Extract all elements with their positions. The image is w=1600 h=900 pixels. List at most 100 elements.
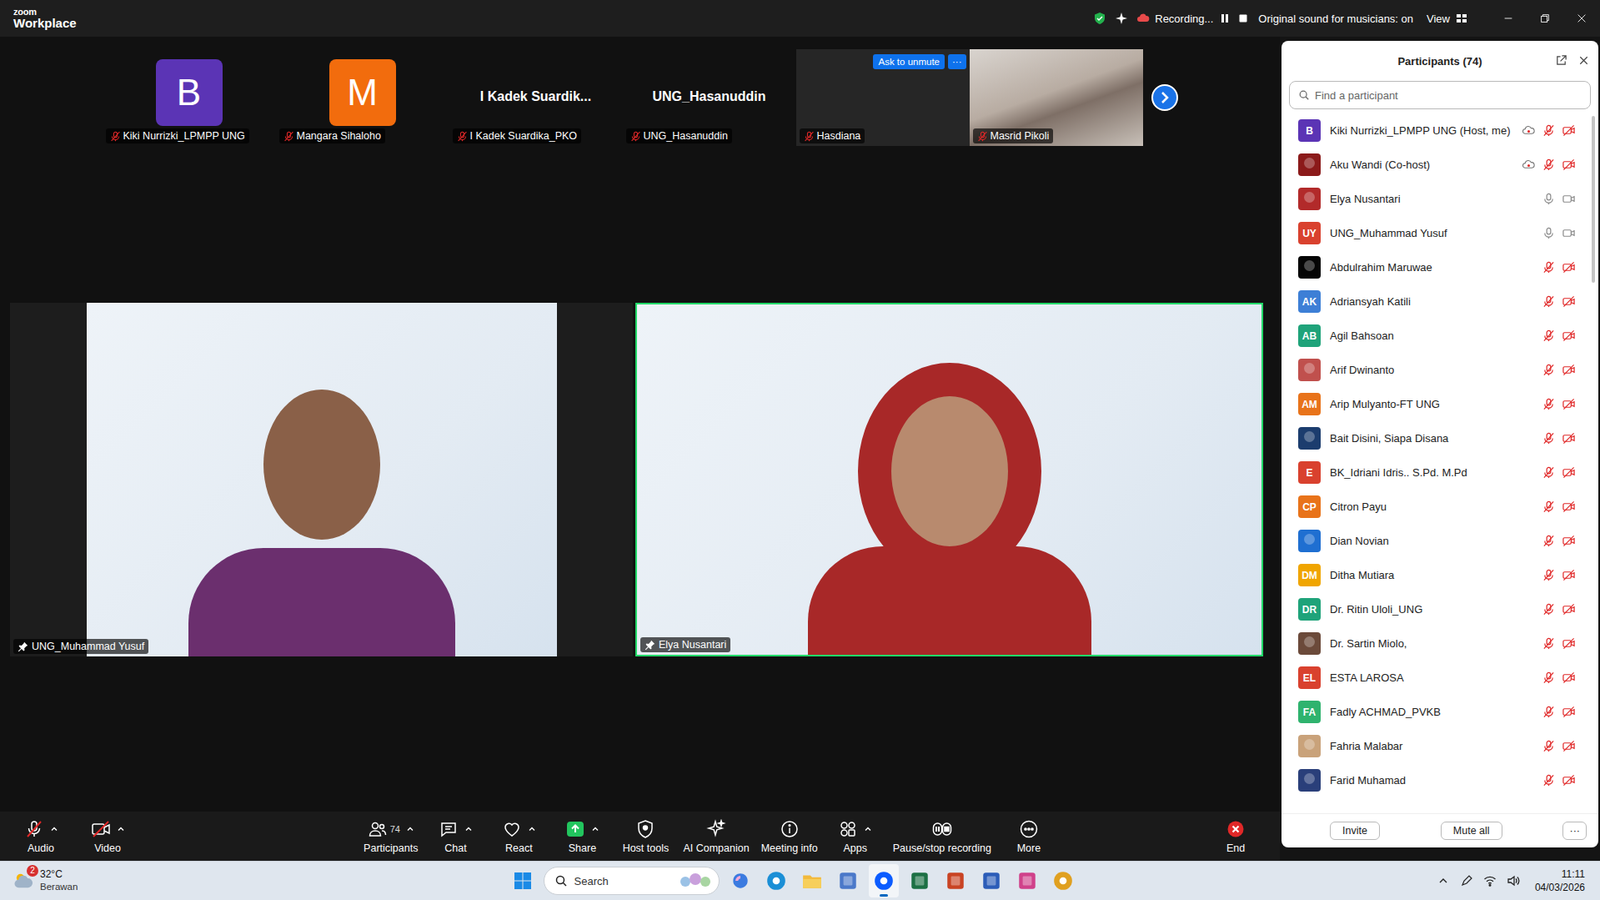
participant-row[interactable]: B Kiki Nurrizki_LPMPP UNG (Host, me) [1281, 113, 1599, 148]
ask-to-unmute-button[interactable]: Ask to unmute [872, 54, 945, 70]
panel-button[interactable]: Mute all [1440, 821, 1503, 840]
participant-row[interactable]: AB Agil Bahsoan [1281, 318, 1599, 353]
shield-check-icon[interactable] [1093, 11, 1107, 26]
toolbar-button[interactable]: More [1003, 817, 1055, 854]
camera-off-icon[interactable] [1562, 260, 1575, 274]
mic-muted-icon[interactable] [1542, 500, 1555, 513]
participant-row[interactable]: UY UNG_Muhammad Yusuf [1281, 215, 1599, 251]
taskbar-app[interactable] [976, 863, 1007, 898]
mic-muted-icon[interactable] [1542, 397, 1555, 411]
caret-up-icon[interactable] [591, 824, 600, 833]
mic-muted-icon[interactable] [803, 130, 815, 142]
taskbar-app[interactable] [940, 863, 971, 898]
taskbar-app[interactable] [1048, 863, 1079, 898]
pause-icon[interactable] [1218, 11, 1232, 26]
participant-thumbnail[interactable]: UNG_Hasanuddin UNG_Hasanuddin [622, 49, 797, 146]
participant-row[interactable]: DR Dr. Ritin Uloli_UNG [1281, 591, 1599, 627]
toolbar-button[interactable]: Apps [829, 817, 882, 854]
wifi-icon[interactable] [1483, 873, 1497, 888]
participant-row[interactable]: FA Fadly ACHMAD_PVKB [1281, 694, 1599, 729]
toolbar-button[interactable]: End [1209, 817, 1262, 854]
taskbar-search[interactable]: Search [543, 866, 720, 895]
mic-muted-icon[interactable] [1542, 671, 1555, 684]
caret-up-icon[interactable] [406, 824, 415, 833]
participant-row[interactable]: CP Citron Payu [1281, 489, 1599, 524]
participant-row[interactable]: Elya Nusantari [1281, 181, 1599, 216]
mic-muted-icon[interactable] [1542, 124, 1555, 137]
caret-up-icon[interactable] [527, 824, 537, 833]
mic-muted-icon[interactable] [1542, 466, 1555, 479]
camera-off-icon[interactable] [1562, 500, 1575, 513]
taskbar-app[interactable] [832, 863, 863, 898]
toolbar-button[interactable]: Audio [15, 817, 67, 854]
mic-muted-icon[interactable] [1542, 260, 1555, 274]
scrollbar[interactable] [1591, 115, 1595, 283]
participant-row[interactable]: Bait Disini, Siapa Disana [1281, 421, 1599, 456]
participant-row[interactable]: Fahria Malabar [1281, 728, 1599, 763]
mic-muted-icon[interactable] [1542, 636, 1555, 650]
mic-muted-icon[interactable] [283, 130, 295, 142]
mic-muted-icon[interactable] [1542, 431, 1555, 445]
taskbar-app[interactable] [1012, 863, 1043, 898]
camera-off-icon[interactable] [1562, 671, 1575, 684]
caret-up-icon[interactable] [464, 824, 473, 833]
participant-thumbnail[interactable]: I Kadek Suardik... I Kadek Suardika_PKO [449, 49, 623, 146]
camera-off-icon[interactable] [1562, 739, 1575, 753]
participant-row[interactable]: E BK_Idriani Idris.. S.Pd. M.Pd [1281, 455, 1599, 490]
camera-off-icon[interactable] [1562, 124, 1575, 137]
participant-thumbnail[interactable]: M Mangara Sihaloho [275, 49, 450, 146]
toolbar-button[interactable]: Share [556, 817, 608, 854]
toolbar-button[interactable]: Chat [429, 817, 482, 854]
mic-icon[interactable] [1542, 192, 1555, 206]
camera-off-icon[interactable] [1562, 534, 1575, 547]
view-button[interactable]: View [1421, 10, 1474, 27]
mic-muted-icon[interactable] [456, 130, 468, 142]
camera-off-icon[interactable] [1562, 397, 1575, 411]
mic-muted-icon[interactable] [1542, 602, 1555, 616]
participant-row[interactable]: Dian Novian [1281, 523, 1599, 558]
video-tile[interactable]: Elya Nusantari [635, 302, 1264, 657]
close-icon[interactable] [1563, 12, 1600, 25]
participant-row[interactable]: AK Adriansyah Katili [1281, 284, 1599, 319]
camera-off-icon[interactable] [1562, 363, 1575, 377]
more-button[interactable]: ··· [947, 54, 967, 70]
caret-up-icon[interactable] [116, 824, 126, 833]
toolbar-button[interactable]: React [492, 817, 545, 854]
toolbar-button[interactable]: Video [81, 817, 134, 854]
ai-sparkle-icon[interactable] [1114, 11, 1129, 26]
mic-muted-icon[interactable] [1542, 295, 1555, 308]
pen-icon[interactable] [1459, 873, 1474, 888]
toolbar-button[interactable]: Host tools [619, 817, 672, 854]
more-button[interactable]: ··· [1562, 821, 1587, 840]
camera-off-icon[interactable] [1562, 568, 1575, 582]
participant-row[interactable]: Abdulrahim Maruwae [1281, 250, 1599, 285]
windows-start-icon[interactable] [507, 870, 538, 891]
taskbar-app[interactable] [797, 863, 828, 898]
mic-muted-icon[interactable] [1542, 534, 1555, 547]
participant-row[interactable]: EL ESTA LAROSA [1281, 660, 1599, 695]
camera-off-icon[interactable] [1562, 329, 1575, 342]
camera-off-icon[interactable] [1562, 295, 1575, 308]
participant-search[interactable]: Find a participant [1289, 80, 1591, 110]
restore-icon[interactable] [1526, 12, 1564, 25]
video-tile[interactable]: UNG_Muhammad Yusuf [10, 302, 633, 657]
weather-widget[interactable]: 2 32°C Berawan [0, 867, 78, 893]
mic-muted-icon[interactable] [1542, 158, 1555, 171]
toolbar-button[interactable]: Pause/stop recording [892, 817, 992, 854]
mic-muted-icon[interactable] [1542, 329, 1555, 342]
pop-out-icon[interactable] [1554, 54, 1568, 67]
camera-off-icon[interactable] [1562, 431, 1575, 445]
close-icon[interactable] [1577, 54, 1590, 67]
participant-row[interactable]: Farid Muhamad [1281, 762, 1599, 798]
panel-button[interactable]: Invite [1329, 821, 1380, 840]
camera-off-icon[interactable] [1562, 602, 1575, 616]
minimize-icon[interactable] [1489, 12, 1527, 25]
mic-muted-icon[interactable] [1542, 705, 1555, 718]
original-sound-label[interactable]: Original sound for musicians: on [1258, 12, 1414, 26]
taskbar-app[interactable] [904, 863, 935, 898]
participant-row[interactable]: Dr. Sartin Miolo, [1281, 626, 1599, 661]
participant-row[interactable]: DM Ditha Mutiara [1281, 557, 1599, 592]
participant-thumbnail[interactable]: Ask to unmute ··· Hasdiana [796, 49, 970, 146]
mic-muted-icon[interactable] [1542, 363, 1555, 377]
caret-up-icon[interactable] [863, 824, 873, 833]
